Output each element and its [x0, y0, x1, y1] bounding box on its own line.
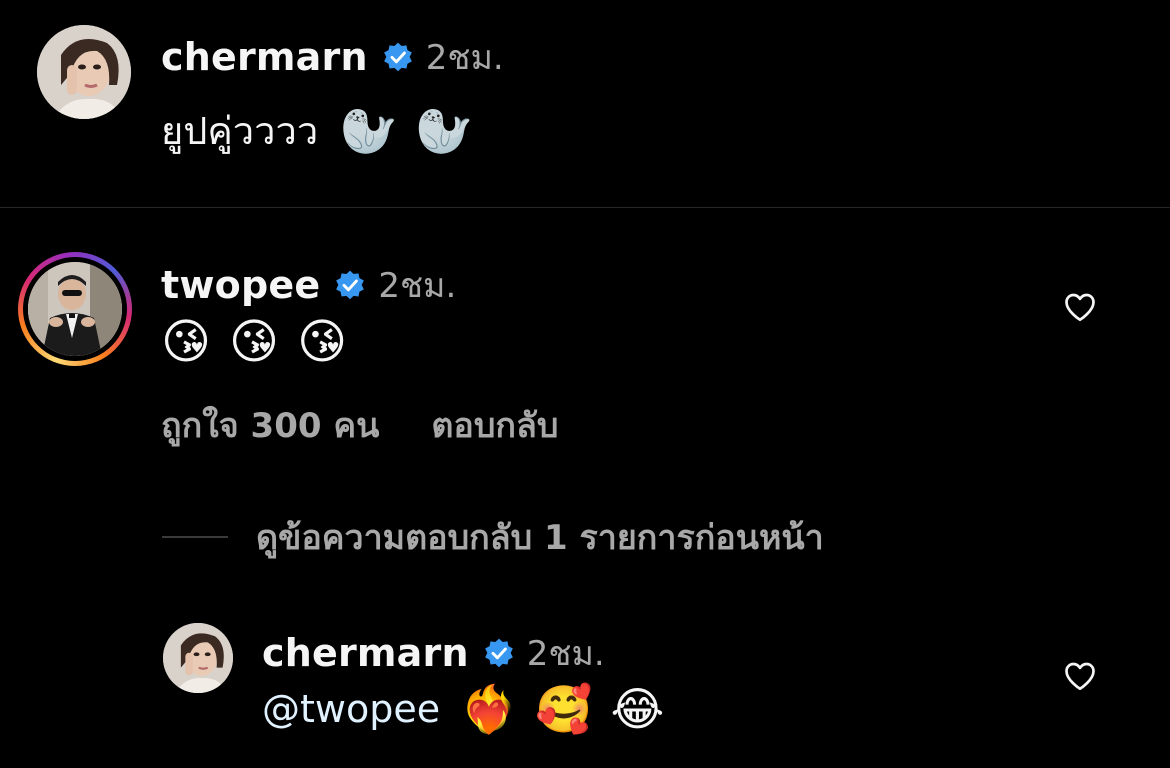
reply-body: @twopee ❤️‍🔥 🥰 😂	[262, 686, 664, 732]
tears-of-joy-emoji: 😂	[610, 682, 665, 736]
kiss-emoji: 😘	[161, 314, 212, 370]
comment-meta: ถูกใจ 300 คน ตอบกลับ	[161, 398, 558, 452]
comment-likes-count[interactable]: ถูกใจ 300 คน	[161, 398, 379, 452]
view-replies-label: ดูข้อความตอบกลับ 1 รายการก่อนหน้า	[256, 518, 824, 558]
comment-body: 😘 😘 😘	[161, 318, 347, 366]
replies-dash	[162, 536, 228, 538]
reply-button[interactable]: ตอบกลับ	[431, 398, 558, 452]
caption-text: ยูปคู่วววว 🦭 🦭	[161, 100, 473, 161]
caption-header: chermarn 2ชม.	[161, 30, 504, 84]
verified-badge-icon	[336, 270, 365, 300]
heart-on-fire-emoji: ❤️‍🔥	[460, 682, 518, 736]
caption-divider	[0, 207, 1170, 208]
comment-like-heart-icon[interactable]	[1062, 289, 1098, 325]
verified-badge-icon	[383, 42, 412, 72]
seal-emoji: 🦭	[415, 103, 473, 158]
reply-header: chermarn 2ชม.	[262, 626, 605, 680]
comment-username[interactable]: twopee	[161, 263, 320, 307]
comments-screen: chermarn 2ชม. ยูปคู่วววว 🦭 🦭 twopee 2ชม.…	[0, 0, 1170, 768]
smiling-hearts-emoji: 🥰	[535, 682, 593, 736]
reply-like-heart-icon[interactable]	[1062, 658, 1098, 694]
caption-username[interactable]: chermarn	[161, 35, 368, 79]
comment-timestamp: 2ชม.	[378, 266, 457, 306]
caption-author-avatar[interactable]	[37, 25, 131, 119]
reply-timestamp: 2ชม.	[526, 634, 605, 674]
comment-author-avatar	[28, 262, 122, 356]
avatar-image	[163, 623, 233, 693]
caption-timestamp: 2ชม.	[425, 38, 504, 78]
avatar-image	[37, 25, 131, 119]
kiss-emoji: 😘	[229, 314, 280, 370]
avatar-image	[28, 262, 122, 356]
caption-body: ยูปคู่วววว	[161, 109, 319, 153]
comment-header: twopee 2ชม.	[161, 258, 456, 312]
story-ring[interactable]	[18, 252, 132, 366]
reply-username[interactable]: chermarn	[262, 631, 469, 675]
reply-author-avatar[interactable]	[163, 623, 233, 693]
reply-mention-link[interactable]: @twopee	[262, 687, 440, 731]
verified-badge-icon	[484, 638, 513, 668]
kiss-emoji: 😘	[297, 314, 348, 370]
seal-emoji: 🦭	[340, 103, 398, 158]
view-previous-replies[interactable]: ดูข้อความตอบกลับ 1 รายการก่อนหน้า	[162, 510, 824, 564]
